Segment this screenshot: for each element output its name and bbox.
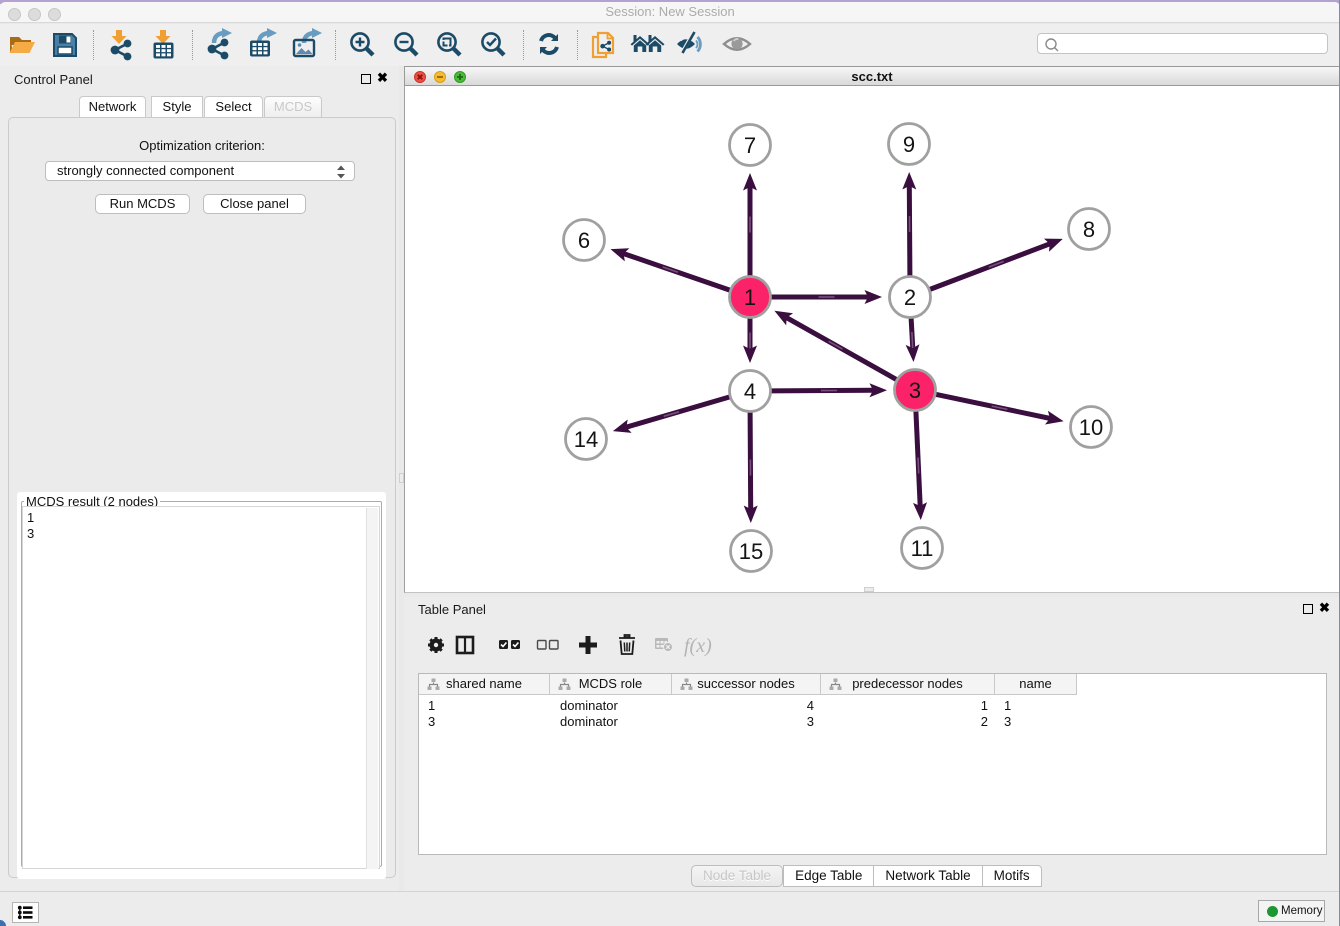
svg-text:4: 4 <box>744 379 756 404</box>
svg-text:15: 15 <box>739 539 763 564</box>
svg-text:11: 11 <box>911 536 934 561</box>
svg-text:6: 6 <box>578 228 590 253</box>
svg-text:10: 10 <box>1079 415 1103 440</box>
svg-text:3: 3 <box>909 378 921 403</box>
svg-text:1: 1 <box>744 285 756 310</box>
svg-text:2: 2 <box>904 285 916 310</box>
svg-text:f(x): f(x) <box>684 635 712 657</box>
svg-text:8: 8 <box>1083 217 1095 242</box>
svg-text:9: 9 <box>903 132 915 157</box>
svg-text:14: 14 <box>574 427 598 452</box>
svg-text:7: 7 <box>744 133 756 158</box>
